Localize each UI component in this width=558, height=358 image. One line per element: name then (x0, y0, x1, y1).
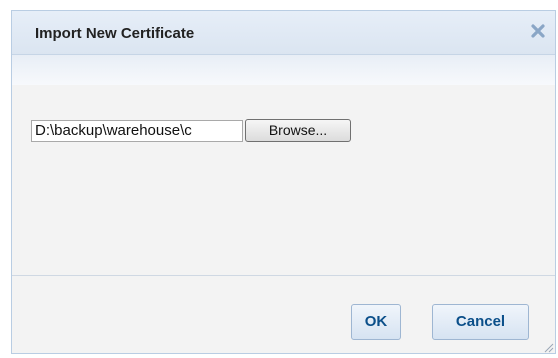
dialog-footer: OK Cancel (12, 275, 555, 353)
dialog-body: D:\backup\warehouse\c Browse... (12, 85, 555, 275)
file-path-input[interactable]: D:\backup\warehouse\c (31, 120, 243, 142)
cancel-button[interactable]: Cancel (432, 304, 529, 340)
ok-button[interactable]: OK (351, 304, 401, 340)
browse-button[interactable]: Browse... (245, 119, 351, 142)
import-certificate-dialog: Import New Certificate D:\backup\warehou… (11, 10, 556, 354)
close-icon[interactable] (529, 22, 547, 40)
dialog-subheader (12, 55, 555, 85)
dialog-title: Import New Certificate (35, 25, 195, 42)
dialog-titlebar[interactable]: Import New Certificate (12, 11, 555, 55)
resize-grip-icon[interactable] (542, 340, 554, 353)
